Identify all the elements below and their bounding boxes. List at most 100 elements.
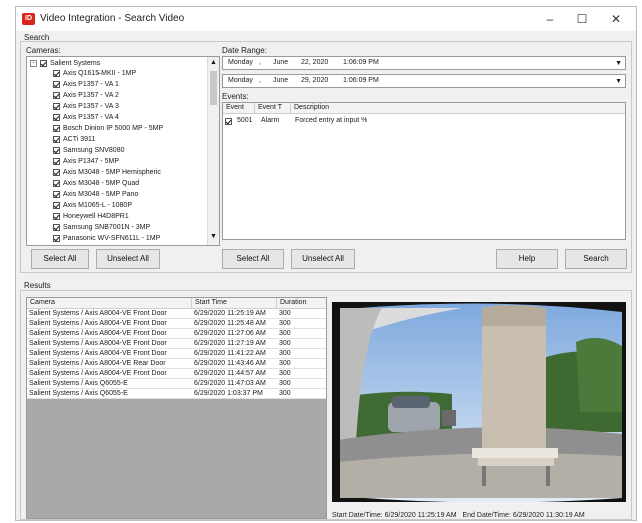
checkbox-checked-icon[interactable] (53, 91, 60, 99)
dropdown-arrow-icon[interactable]: ▼ (615, 76, 622, 88)
select-all-events-button[interactable]: Select All (222, 249, 284, 269)
camera-tree[interactable]: - Salient Systems Axis Q1615̶ MKII - 1MP A… (26, 56, 220, 246)
camera-tree-item[interactable]: Axis M3048 - 5MP Hemispheric (53, 168, 161, 178)
date-from-date: 22, 2020 (301, 59, 329, 66)
results-table[interactable]: Camera Start Time Duration Salient Syste… (26, 297, 327, 519)
unselect-all-cameras-button[interactable]: Unselect All (96, 249, 160, 269)
date-to-month: June (273, 77, 289, 84)
camera-item-label: Axis P1357 - VA 4 (63, 114, 119, 121)
scroll-thumb[interactable] (210, 71, 217, 105)
event-description: Forced entry at input % (295, 117, 368, 124)
camera-tree-item[interactable]: Axis P1357 - VA 3 (53, 102, 119, 112)
result-cell-camera: Salient Systems / Axis A8004-VE Front Do… (29, 370, 167, 377)
events-column-description[interactable]: Description (291, 103, 625, 114)
results-column-start-time[interactable]: Start Time (192, 298, 277, 309)
results-column-camera[interactable]: Camera (27, 298, 192, 309)
camera-tree-item[interactable]: ACTi 3911 (53, 135, 95, 145)
video-player[interactable] (332, 302, 626, 502)
events-column-event[interactable]: Event (223, 103, 255, 114)
checkbox-checked-icon[interactable] (53, 179, 60, 187)
title-bar[interactable]: ID Video Integration - Search Video – ☐ … (16, 7, 636, 31)
camera-tree-item[interactable]: Axis P1347 - 5MP (53, 157, 119, 167)
checkbox-checked-icon[interactable] (53, 223, 60, 231)
camera-item-label: Axis M3048 - 5MP Quad (63, 180, 140, 187)
result-cell-start: 6/29/2020 11:27:19 AM (194, 340, 266, 347)
checkbox-checked-icon[interactable] (53, 135, 60, 143)
event-row[interactable]: 5001 Alarm Forced entry at input % (225, 116, 623, 126)
scroll-down-icon[interactable]: ▼ (210, 233, 217, 240)
checkbox-checked-icon[interactable] (40, 59, 47, 67)
results-column-duration[interactable]: Duration (277, 298, 326, 309)
camera-tree-item[interactable]: Honeywell H4D8PR1 (53, 212, 129, 222)
checkbox-checked-icon[interactable] (53, 201, 60, 209)
result-cell-duration: 300 (279, 330, 291, 337)
date-to-picker[interactable]: Monday , June 29, 2020 1:06:09 PM ▼ (222, 74, 626, 88)
checkbox-checked-icon[interactable] (53, 80, 60, 88)
unselect-all-events-button[interactable]: Unselect All (291, 249, 355, 269)
camera-tree-item[interactable]: Samsung SNV8080 (53, 146, 124, 156)
camera-tree-scrollbar[interactable]: ▲ ▼ (207, 57, 219, 245)
result-cell-camera: Salient Systems / Axis A8004-VE Front Do… (29, 320, 167, 327)
checkbox-checked-icon[interactable] (225, 118, 232, 126)
scroll-up-icon[interactable]: ▲ (210, 59, 217, 66)
result-cell-start: 6/29/2020 11:25:48 AM (194, 320, 266, 327)
result-cell-duration: 300 (279, 350, 291, 357)
events-column-type[interactable]: Event T (255, 103, 291, 114)
date-from-picker[interactable]: Monday , June 22, 2020 1:06:09 PM ▼ (222, 56, 626, 70)
camera-tree-item[interactable]: Axis P1357 - VA 1 (53, 80, 119, 90)
maximize-button[interactable]: ☐ (566, 9, 598, 29)
checkbox-checked-icon[interactable] (53, 212, 60, 220)
checkbox-checked-icon[interactable] (53, 113, 60, 121)
result-cell-camera: Salient Systems / Axis Q6055-E (29, 380, 128, 387)
result-cell-duration: 300 (279, 360, 291, 367)
search-button[interactable]: Search (565, 249, 627, 269)
checkbox-checked-icon[interactable] (53, 168, 60, 176)
help-button[interactable]: Help (496, 249, 558, 269)
checkbox-checked-icon[interactable] (53, 157, 60, 165)
camera-tree-item[interactable]: Axis Q1615̶ MKII - 1MP (53, 69, 136, 79)
camera-tree-item[interactable]: Bosch Dinion IP 5000 MP - 5MP (53, 124, 163, 134)
date-to-day: Monday (228, 77, 253, 84)
table-row[interactable]: Salient Systems / Axis A8004-VE Front Do… (27, 319, 326, 329)
checkbox-checked-icon[interactable] (53, 234, 60, 242)
camera-item-label: Axis M3048 - 5MP Hemispheric (63, 169, 161, 176)
camera-item-label: Axis Q1615̶ MKII - 1MP (63, 70, 137, 77)
minimize-button[interactable]: – (534, 9, 566, 29)
events-label: Events: (222, 92, 249, 101)
cameras-label: Cameras: (26, 46, 61, 55)
table-row[interactable]: Salient Systems / Axis A8004-VE Front Do… (27, 369, 326, 379)
checkbox-checked-icon[interactable] (53, 124, 60, 132)
table-row[interactable]: Salient Systems / Axis A8004-VE Front Do… (27, 329, 326, 339)
table-row[interactable]: Salient Systems / Axis A8004-VE Front Do… (27, 349, 326, 359)
select-all-cameras-button[interactable]: Select All (31, 249, 89, 269)
checkbox-checked-icon[interactable] (53, 102, 60, 110)
collapse-icon[interactable]: - (30, 59, 37, 67)
checkbox-checked-icon[interactable] (53, 69, 60, 77)
date-from-day: Monday (228, 59, 253, 66)
table-row[interactable]: Salient Systems / Axis Q6055-E 6/29/2020 … (27, 389, 326, 399)
camera-tree-item[interactable]: Samsung SNB7001N - 3MP (53, 223, 150, 233)
camera-tree-item[interactable]: Panasonic WV-SFN611L - 1MP (53, 234, 160, 244)
camera-tree-item[interactable]: Axis M1065-L - 1080P (53, 201, 132, 211)
table-row[interactable]: Salient Systems / Axis Q6055-E 6/29/2020 … (27, 379, 326, 389)
close-button[interactable]: ✕ (600, 9, 632, 29)
playback-timestamps: Start Date/Time: 6/29/2020 11:25:19 AM E… (332, 512, 585, 519)
result-cell-camera: Salient Systems / Axis A8004-VE Front Do… (29, 330, 167, 337)
table-row[interactable]: Salient Systems / Axis A8004-VE Rear Doo… (27, 359, 326, 369)
table-row[interactable]: Salient Systems / Axis A8004-VE Front Do… (27, 339, 326, 349)
result-cell-start: 6/29/2020 11:25:19 AM (194, 310, 266, 317)
table-row[interactable]: Salient Systems / Axis A8004-VE Front Do… (27, 309, 326, 319)
camera-item-label: Honeywell H4D8PR1 (63, 213, 129, 220)
camera-item-label: Samsung SNB7001N - 3MP (63, 224, 151, 231)
camera-item-label: Bosch Dinion IP 5000 MP - 5MP (63, 125, 164, 132)
camera-tree-item[interactable]: Axis P1357 - VA 4 (53, 113, 119, 123)
checkbox-checked-icon[interactable] (53, 146, 60, 154)
events-list[interactable]: Event Event T Description 5001 Alarm For… (222, 102, 626, 240)
dropdown-arrow-icon[interactable]: ▼ (615, 58, 622, 70)
tree-root-item[interactable]: - Salient Systems (30, 59, 100, 69)
camera-tree-item[interactable]: Axis M3048 - 5MP Quad (53, 179, 139, 189)
checkbox-checked-icon[interactable] (53, 190, 60, 198)
camera-tree-item[interactable]: Axis M3048 - 5MP Pano (53, 190, 138, 200)
camera-tree-item[interactable]: Axis P1357 - VA 2 (53, 91, 119, 101)
date-from-month: June (273, 59, 289, 66)
